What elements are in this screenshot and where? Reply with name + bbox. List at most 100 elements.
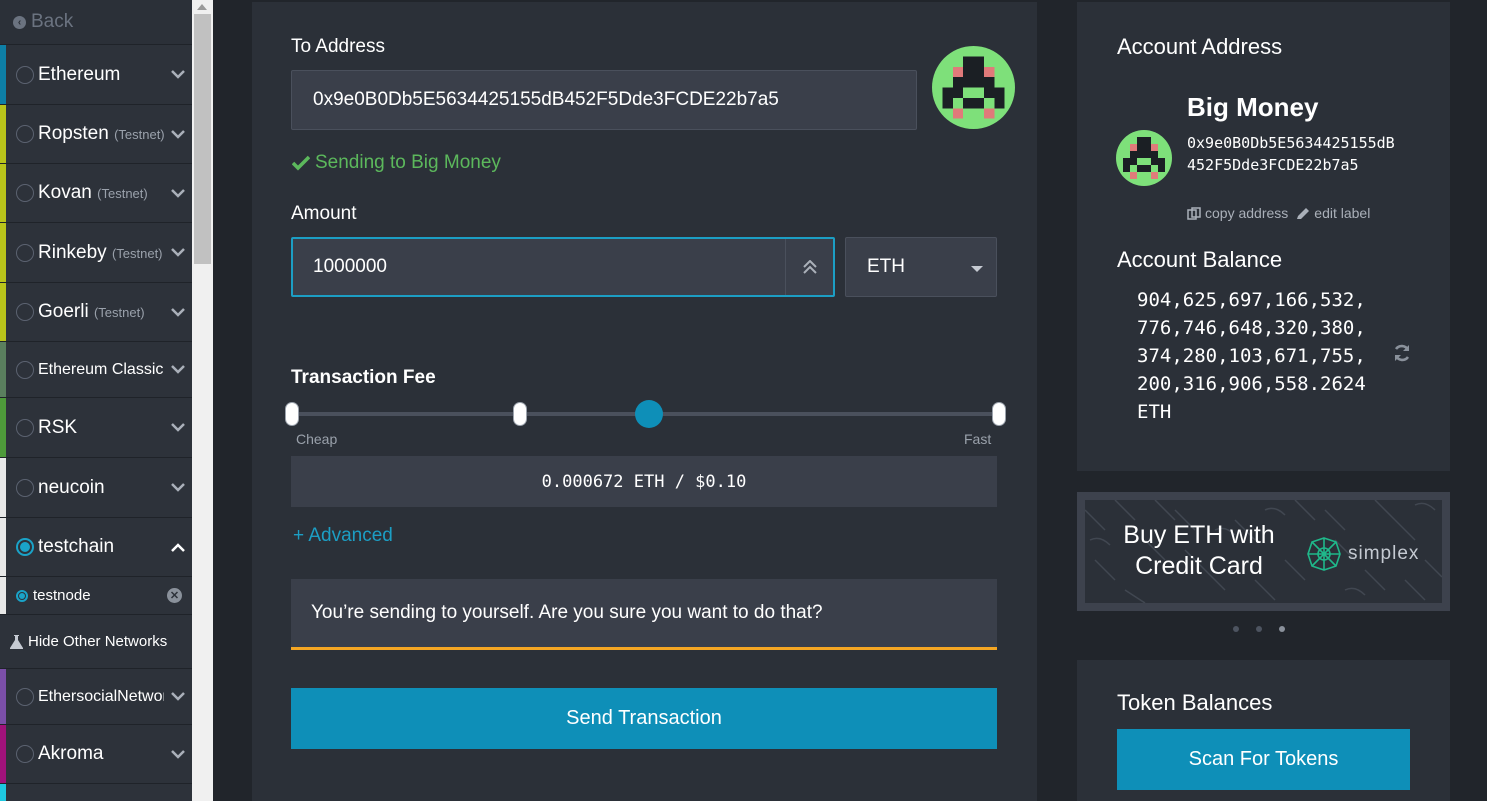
- network-color-bar: [0, 342, 6, 397]
- chevron-down-icon[interactable]: [164, 692, 192, 701]
- slider-step[interactable]: [992, 402, 1006, 426]
- pencil-icon: [1297, 207, 1310, 219]
- chevron-down-icon[interactable]: [164, 307, 192, 317]
- carousel-dot[interactable]: [1233, 626, 1239, 632]
- amount-input[interactable]: 1000000: [291, 237, 835, 297]
- network-item-akroma[interactable]: Akroma: [0, 724, 192, 783]
- buy-eth-promo[interactable]: Buy ETH with Credit Card simplex: [1077, 492, 1450, 611]
- scrollbar-thumb[interactable]: [194, 14, 211, 264]
- chevron-down-icon[interactable]: [164, 188, 192, 198]
- network-color-bar: [0, 725, 6, 783]
- network-name: EthersocialNetwork: [38, 687, 164, 705]
- network-item-ethersocial[interactable]: EthersocialNetwork: [0, 668, 192, 724]
- recipient-status: Sending to Big Money: [292, 152, 501, 174]
- chevron-down-icon[interactable]: [164, 749, 192, 759]
- radio-icon[interactable]: [16, 360, 34, 379]
- back-link[interactable]: ‹ Back: [0, 0, 192, 44]
- slider-step[interactable]: [285, 402, 299, 426]
- unit-select[interactable]: ETH: [845, 237, 997, 297]
- network-item-ethereum-classic[interactable]: Ethereum Classic: [0, 341, 192, 397]
- radio-icon[interactable]: [16, 184, 34, 202]
- back-label: Back: [31, 11, 74, 32]
- unit-value: ETH: [867, 256, 905, 277]
- chevron-down-icon[interactable]: [164, 129, 192, 139]
- carousel-dot-active[interactable]: [1279, 626, 1285, 632]
- radio-icon[interactable]: [16, 125, 34, 143]
- radio-icon[interactable]: [16, 303, 34, 321]
- network-item-next[interactable]: [0, 783, 192, 801]
- slider-step[interactable]: [513, 402, 527, 426]
- account-identicon: [1116, 130, 1172, 186]
- network-color-bar: [0, 784, 6, 801]
- network-item-kovan[interactable]: Kovan (Testnet): [0, 163, 192, 222]
- edit-label-text: edit label: [1314, 205, 1371, 221]
- network-item-neucoin[interactable]: neucoin: [0, 457, 192, 517]
- network-item-ethereum[interactable]: Ethereum: [0, 44, 192, 104]
- promo-carousel-dots[interactable]: [1233, 626, 1285, 632]
- radio-icon[interactable]: [16, 65, 34, 84]
- network-item-goerli[interactable]: Goerli (Testnet): [0, 282, 192, 341]
- network-color-bar: [0, 398, 6, 457]
- send-transaction-button[interactable]: Send Transaction: [291, 688, 997, 749]
- recipient-identicon: [932, 46, 1015, 129]
- flask-icon: [10, 634, 23, 649]
- network-name: Rinkeby: [38, 241, 107, 263]
- sidebar-scrollbar[interactable]: [192, 0, 213, 801]
- radio-selected-icon[interactable]: [16, 589, 28, 602]
- advanced-toggle[interactable]: + Advanced: [293, 525, 393, 547]
- network-name: neucoin: [38, 476, 105, 498]
- network-item-rsk[interactable]: RSK: [0, 397, 192, 457]
- radio-icon[interactable]: [16, 478, 34, 497]
- slider-handle[interactable]: [635, 400, 663, 428]
- hide-other-networks-button[interactable]: Hide Other Networks: [0, 614, 192, 668]
- double-chevron-up-icon[interactable]: [785, 239, 833, 295]
- radio-icon[interactable]: [16, 687, 34, 706]
- token-balances-title: Token Balances: [1117, 690, 1273, 715]
- send-form-panel: To Address 0x9e0B0Db5E5634425155dB452F5D…: [252, 2, 1037, 801]
- check-icon: [292, 155, 310, 171]
- back-arrow-icon: ‹: [13, 15, 26, 29]
- node-name: testnode: [33, 587, 91, 604]
- copy-address-link[interactable]: copy address: [1187, 205, 1288, 221]
- chevron-down-icon[interactable]: [164, 248, 192, 257]
- amount-value[interactable]: 1000000: [293, 256, 785, 278]
- to-address-label: To Address: [291, 36, 385, 57]
- scroll-up-arrow-icon[interactable]: [197, 4, 207, 10]
- self-send-warning: You’re sending to yourself. Are you sure…: [291, 579, 997, 650]
- sending-to-text: Sending to Big Money: [315, 152, 501, 173]
- chevron-down-icon[interactable]: [164, 70, 192, 79]
- scan-for-tokens-button[interactable]: Scan For Tokens: [1117, 729, 1410, 790]
- copy-icon: [1187, 206, 1201, 220]
- radio-icon[interactable]: [16, 745, 34, 763]
- edit-label-link[interactable]: edit label: [1296, 205, 1370, 221]
- network-item-testchain[interactable]: testchain: [0, 517, 192, 576]
- copy-address-label: copy address: [1205, 205, 1289, 221]
- node-item-testnode[interactable]: testnode ✕: [0, 576, 192, 614]
- network-name: Goerli: [38, 301, 89, 322]
- account-balance-value: 904,625,697,166,532,776,746,648,320,380,…: [1137, 289, 1366, 423]
- simplex-logo-icon: [1307, 537, 1341, 571]
- network-name: Akroma: [38, 743, 104, 764]
- promo-text: Buy ETH with Credit Card: [1123, 521, 1275, 580]
- chevron-down-icon[interactable]: [164, 365, 192, 374]
- to-address-input[interactable]: 0x9e0B0Db5E5634425155dB452F5Dde3FCDE22b7…: [291, 70, 917, 130]
- token-balances-panel: Token Balances Scan For Tokens: [1077, 660, 1450, 801]
- refresh-icon[interactable]: [1392, 343, 1412, 363]
- radio-icon[interactable]: [16, 418, 34, 437]
- radio-icon[interactable]: [16, 243, 34, 262]
- chevron-up-icon[interactable]: [164, 542, 192, 552]
- transaction-fee-label: Transaction Fee: [291, 367, 436, 388]
- radio-selected-icon[interactable]: [16, 538, 34, 556]
- network-name: Ethereum: [38, 63, 121, 85]
- network-item-ropsten[interactable]: Ropsten (Testnet): [0, 104, 192, 163]
- carousel-dot[interactable]: [1256, 626, 1262, 632]
- fee-slider[interactable]: [285, 400, 1006, 430]
- network-tag: (Testnet): [97, 186, 148, 201]
- chevron-down-icon[interactable]: [164, 423, 192, 432]
- account-address-title: Account Address: [1117, 34, 1283, 59]
- chevron-down-icon[interactable]: [164, 483, 192, 492]
- network-item-rinkeby[interactable]: Rinkeby (Testnet): [0, 222, 192, 282]
- network-color-bar: [0, 223, 6, 282]
- remove-icon[interactable]: ✕: [167, 588, 182, 603]
- network-color-bar: [0, 518, 6, 576]
